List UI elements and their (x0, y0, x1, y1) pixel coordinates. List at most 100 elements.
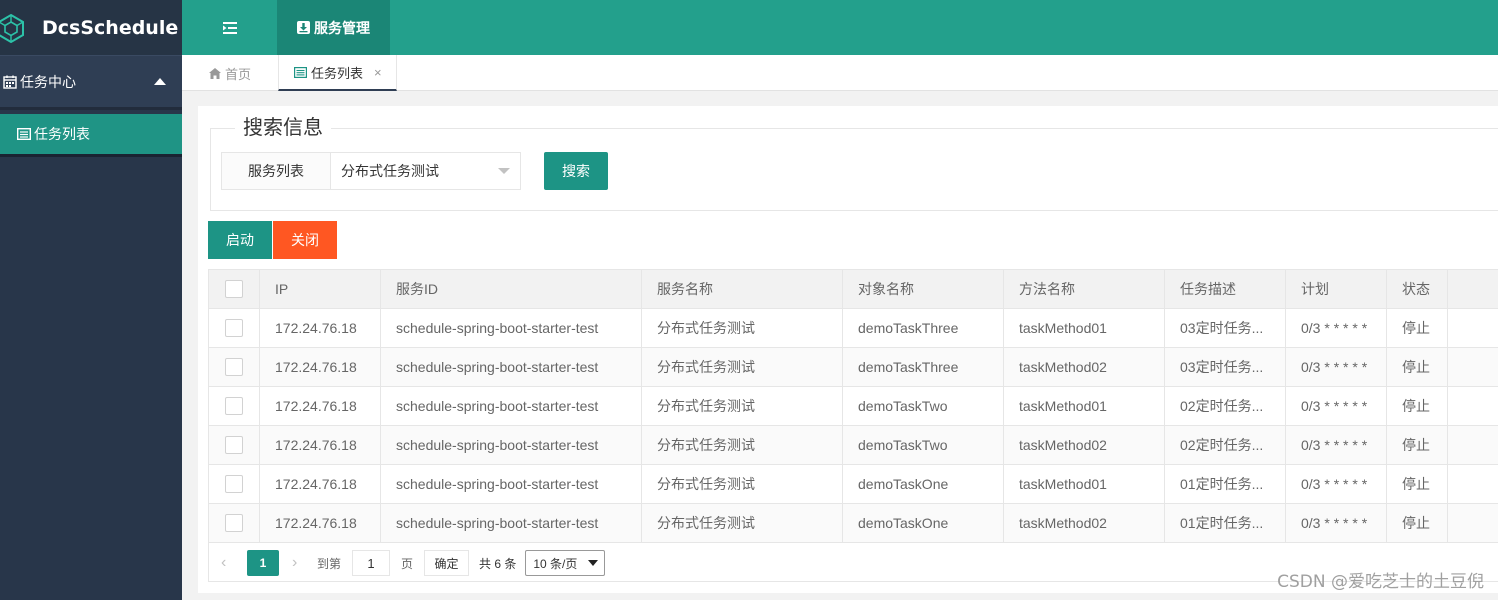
row-checkbox[interactable] (225, 475, 243, 493)
cell-service-id: schedule-spring-boot-starter-test (381, 465, 642, 503)
sidebar: DcsSchedule 任务中心 任务列表 (0, 0, 182, 600)
column-header[interactable]: 服务ID (381, 270, 642, 308)
cell-service-name: 分布式任务测试 (642, 426, 843, 464)
column-header[interactable]: IP (260, 270, 381, 308)
table-row[interactable]: 172.24.76.18 schedule-spring-boot-starte… (209, 309, 1498, 348)
service-select[interactable]: 分布式任务测试 (331, 153, 520, 189)
cell-task-desc: 03定时任务... (1165, 309, 1286, 347)
tab-task-list[interactable]: 任务列表 × (278, 55, 397, 91)
top-header: 服务管理 (182, 0, 1498, 55)
sidebar-item-label: 任务列表 (34, 126, 90, 142)
row-checkbox-cell (209, 348, 260, 386)
goto-page-input[interactable]: 1 (352, 550, 391, 576)
cell-service-id: schedule-spring-boot-starter-test (381, 309, 642, 347)
submenu-divider (0, 107, 182, 110)
table-row[interactable]: 172.24.76.18 schedule-spring-boot-starte… (209, 348, 1498, 387)
cell-method-name: taskMethod02 (1004, 504, 1165, 542)
cell-task-desc: 02定时任务... (1165, 387, 1286, 425)
tab-task-list-label: 任务列表 (311, 65, 364, 81)
watermark-text: CSDN @爱吃芝士的土豆倪 (1277, 572, 1484, 592)
cell-object-name: demoTaskTwo (843, 426, 1004, 464)
cell-ip: 172.24.76.18 (260, 504, 381, 542)
prev-page-button[interactable]: ‹ (221, 554, 237, 572)
list-icon (294, 66, 307, 78)
goto-label: 到第 (317, 556, 342, 571)
total-count: 共 6 条 (479, 556, 517, 571)
caret-up-icon (154, 78, 166, 85)
service-select-value: 分布式任务测试 (341, 163, 439, 179)
cell-ip: 172.24.76.18 (260, 465, 381, 503)
download-box-icon (297, 21, 310, 34)
row-checkbox[interactable] (225, 514, 243, 532)
row-checkbox[interactable] (225, 397, 243, 415)
cell-service-id: schedule-spring-boot-starter-test (381, 348, 642, 386)
search-fieldset: 搜索信息 服务列表 分布式任务测试 搜索 (210, 117, 1498, 211)
cell-method-name: taskMethod01 (1004, 465, 1165, 503)
row-checkbox-cell (209, 504, 260, 542)
table-row[interactable]: 172.24.76.18 schedule-spring-boot-starte… (209, 465, 1498, 504)
current-page-button[interactable]: 1 (247, 550, 279, 576)
cell-method-name: taskMethod02 (1004, 426, 1165, 464)
header-checkbox-cell (209, 270, 260, 308)
cell-object-name: demoTaskTwo (843, 387, 1004, 425)
row-checkbox[interactable] (225, 319, 243, 337)
cell-service-name: 分布式任务测试 (642, 465, 843, 503)
row-checkbox[interactable] (225, 436, 243, 454)
cell-service-name: 分布式任务测试 (642, 504, 843, 542)
tab-home[interactable]: 首页 (209, 55, 251, 91)
cell-service-name: 分布式任务测试 (642, 309, 843, 347)
column-header[interactable]: 任务描述 (1165, 270, 1286, 308)
search-button[interactable]: 搜索 (544, 152, 608, 190)
table-row[interactable]: 172.24.76.18 schedule-spring-boot-starte… (209, 504, 1498, 543)
menu-group-task-center[interactable]: 任务中心 (0, 55, 182, 107)
table-row[interactable]: 172.24.76.18 schedule-spring-boot-starte… (209, 426, 1498, 465)
cell-method-name: taskMethod02 (1004, 348, 1165, 386)
cell-ip: 172.24.76.18 (260, 348, 381, 386)
cell-service-id: schedule-spring-boot-starter-test (381, 504, 642, 542)
table-row[interactable]: 172.24.76.18 schedule-spring-boot-starte… (209, 387, 1498, 426)
cell-service-id: schedule-spring-boot-starter-test (381, 426, 642, 464)
cell-object-name: demoTaskThree (843, 348, 1004, 386)
cell-task-desc: 01定时任务... (1165, 465, 1286, 503)
start-button[interactable]: 启动 (208, 221, 272, 259)
row-checkbox-cell (209, 426, 260, 464)
cell-service-id: schedule-spring-boot-starter-test (381, 387, 642, 425)
cell-object-name: demoTaskOne (843, 504, 1004, 542)
column-header[interactable]: 计划 (1286, 270, 1387, 308)
cell-schedule: 0/3 * * * * * (1286, 387, 1387, 425)
menu-group-label: 任务中心 (20, 73, 76, 90)
page-size-value: 10 条/页 (533, 556, 578, 571)
cell-ip: 172.24.76.18 (260, 309, 381, 347)
column-header[interactable]: 对象名称 (843, 270, 1004, 308)
menu-divider (0, 154, 182, 157)
cube-logo-icon (0, 13, 24, 43)
cell-object-name: demoTaskOne (843, 465, 1004, 503)
close-tab-icon[interactable]: × (374, 65, 382, 80)
stop-button[interactable]: 关闭 (273, 221, 337, 259)
sidebar-toggle-button[interactable] (182, 0, 277, 55)
app-logo[interactable]: DcsSchedule (0, 0, 182, 55)
select-all-checkbox[interactable] (225, 280, 243, 298)
column-header[interactable]: 方法名称 (1004, 270, 1165, 308)
column-header[interactable]: 服务名称 (642, 270, 843, 308)
cell-status: 停止 (1387, 504, 1448, 542)
page-label: 页 (401, 556, 414, 571)
header-tab-label: 服务管理 (314, 19, 370, 36)
next-page-button[interactable]: › (292, 554, 308, 572)
cell-method-name: taskMethod01 (1004, 309, 1165, 347)
row-checkbox-cell (209, 387, 260, 425)
cell-status: 停止 (1387, 465, 1448, 503)
confirm-page-button[interactable]: 确定 (424, 550, 470, 576)
column-header[interactable]: 状态 (1387, 270, 1448, 308)
dropdown-arrow-icon (498, 168, 510, 174)
cell-object-name: demoTaskThree (843, 309, 1004, 347)
header-tab-service-management[interactable]: 服务管理 (277, 0, 390, 55)
cell-schedule: 0/3 * * * * * (1286, 348, 1387, 386)
cell-task-desc: 03定时任务... (1165, 348, 1286, 386)
content-panel: 搜索信息 服务列表 分布式任务测试 搜索 启动 关闭 IP 服务ID 服务名称 … (198, 106, 1498, 593)
page-size-select[interactable]: 10 条/页 (525, 550, 606, 576)
sidebar-item-task-list[interactable]: 任务列表 (0, 114, 182, 154)
indent-menu-icon (222, 21, 237, 34)
calendar-icon (3, 75, 17, 89)
row-checkbox[interactable] (225, 358, 243, 376)
